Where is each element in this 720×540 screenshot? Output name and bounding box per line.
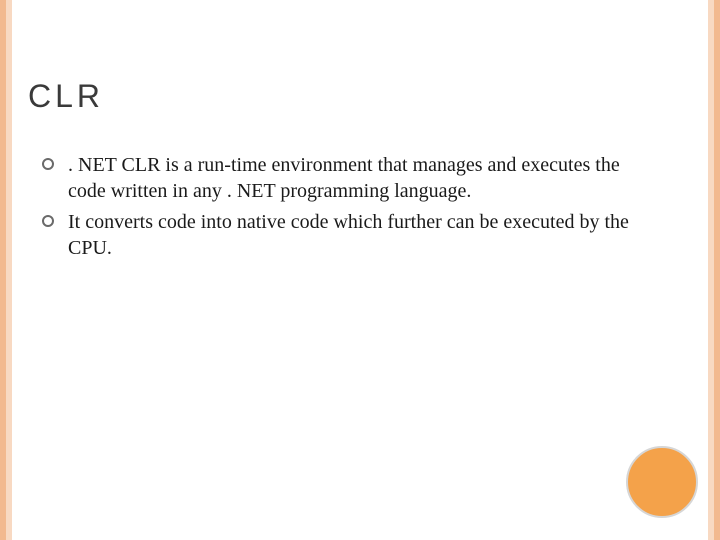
border-stripe-left-inner [6, 0, 12, 540]
list-item: . NET CLR is a run-time environment that… [42, 152, 660, 205]
bullet-text: It converts code into native code which … [68, 209, 660, 262]
bullet-text: . NET CLR is a run-time environment that… [68, 152, 660, 205]
decorative-circle [626, 446, 698, 518]
bullet-icon [42, 158, 54, 170]
slide-title: CLR [28, 78, 104, 115]
bullet-icon [42, 215, 54, 227]
border-stripe-right-outer [714, 0, 720, 540]
slide-body: . NET CLR is a run-time environment that… [42, 152, 660, 266]
list-item: It converts code into native code which … [42, 209, 660, 262]
slide: CLR . NET CLR is a run-time environment … [0, 0, 720, 540]
